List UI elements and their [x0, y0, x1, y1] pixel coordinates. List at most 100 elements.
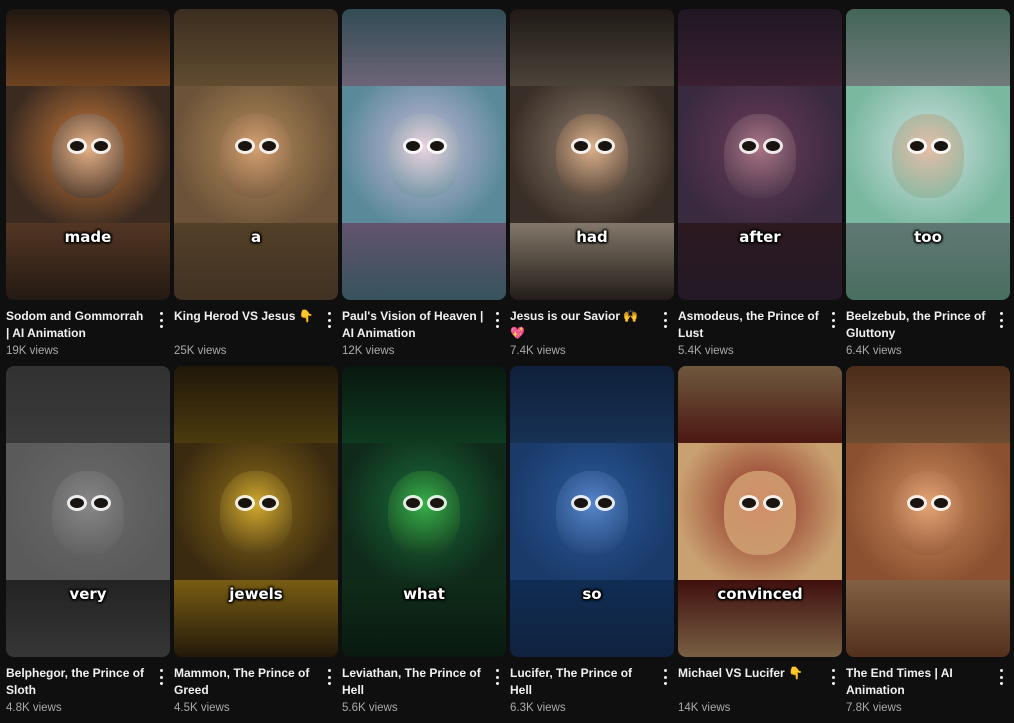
video-title[interactable]: Michael VS Lucifer 👇 [678, 665, 820, 699]
character-face [724, 471, 796, 555]
more-vert-icon[interactable] [156, 310, 166, 330]
video-title-text[interactable]: Jesus is our Savior [510, 309, 620, 323]
character-right-eye [766, 141, 780, 151]
video-meta: The End Times | AI Animation 7.8K views [846, 657, 1010, 716]
character-right-eye [430, 141, 444, 151]
character-left-eye [910, 498, 924, 508]
character-right-eye [598, 498, 612, 508]
thumbnail-bottom-band [342, 223, 506, 300]
view-count: 5.4K views [678, 345, 734, 357]
video-thumbnail[interactable]: after [678, 9, 842, 300]
character-face [52, 114, 124, 198]
more-vert-icon[interactable] [660, 667, 670, 687]
thumbnail-top-band [342, 366, 506, 443]
character-face [556, 114, 628, 198]
video-title[interactable]: Lucifer, The Prince of Hell [510, 665, 652, 699]
video-title-text[interactable]: The End Times | AI Animation [846, 666, 953, 697]
more-vert-icon[interactable] [660, 310, 670, 330]
video-title-text[interactable]: Sodom and Gommorrah | AI Animation [6, 309, 143, 340]
video-title[interactable]: Asmodeus, the Prince of Lust [678, 308, 820, 342]
video-title[interactable]: Mammon, The Prince of Greed [174, 665, 316, 699]
character-face [220, 471, 292, 555]
video-title[interactable]: Jesus is our Savior 🙌 💖 [510, 308, 652, 342]
video-title-text[interactable]: Mammon, The Prince of Greed [174, 666, 309, 697]
video-title-text[interactable]: Asmodeus, the Prince of Lust [678, 309, 819, 340]
video-thumbnail[interactable]: what [342, 366, 506, 657]
thumbnail-top-band [6, 366, 170, 443]
thumbnail-top-band [174, 9, 338, 86]
video-meta: Leviathan, The Prince of Hell 5.6K views [342, 657, 506, 716]
video-thumbnail[interactable]: jewels [174, 366, 338, 657]
video-thumbnail[interactable] [846, 366, 1010, 657]
video-thumbnail[interactable]: convinced [678, 366, 842, 657]
thumbnail-caption: convinced [717, 585, 803, 603]
video-card[interactable]: made Sodom and Gommorrah | AI Animation … [6, 9, 170, 366]
thumbnail-top-band [678, 9, 842, 86]
thumbnail-top-band [510, 366, 674, 443]
more-vert-icon[interactable] [492, 310, 502, 330]
character-left-eye [238, 141, 252, 151]
character-right-eye [430, 498, 444, 508]
video-title-text[interactable]: King Herod VS Jesus [174, 309, 295, 323]
thumbnail-caption: too [914, 228, 942, 246]
more-vert-icon[interactable] [996, 310, 1006, 330]
thumbnail-caption: what [403, 585, 445, 603]
character-right-eye [598, 141, 612, 151]
video-title[interactable]: Leviathan, The Prince of Hell [342, 665, 484, 699]
character-face [892, 114, 964, 198]
video-meta: Michael VS Lucifer 👇 14K views [678, 657, 842, 716]
video-title-text[interactable]: Beelzebub, the Prince of Gluttony [846, 309, 985, 340]
view-count: 6.3K views [510, 702, 566, 714]
video-title[interactable]: King Herod VS Jesus 👇 [174, 308, 316, 342]
video-title[interactable]: Beelzebub, the Prince of Gluttony [846, 308, 988, 342]
more-vert-icon[interactable] [996, 667, 1006, 687]
video-title-text[interactable]: Paul's Vision of Heaven | AI Animation [342, 309, 483, 340]
character-left-eye [574, 498, 588, 508]
title-emoji: 👇 [298, 309, 314, 323]
more-vert-icon[interactable] [492, 667, 502, 687]
video-meta: King Herod VS Jesus 👇 25K views [174, 300, 338, 359]
video-thumbnail[interactable]: too [846, 9, 1010, 300]
more-vert-icon[interactable] [324, 310, 334, 330]
video-title[interactable]: Paul's Vision of Heaven | AI Animation [342, 308, 484, 342]
video-title-text[interactable]: Lucifer, The Prince of Hell [510, 666, 632, 697]
video-thumbnail[interactable]: had [510, 9, 674, 300]
video-meta: Asmodeus, the Prince of Lust 5.4K views [678, 300, 842, 359]
video-meta: Beelzebub, the Prince of Gluttony 6.4K v… [846, 300, 1010, 359]
video-card[interactable]: had Jesus is our Savior 🙌 💖 7.4K views [510, 9, 674, 366]
title-emoji: 👇 [788, 666, 803, 680]
video-thumbnail[interactable] [342, 9, 506, 300]
video-card[interactable]: Paul's Vision of Heaven | AI Animation 1… [342, 9, 506, 366]
video-thumbnail[interactable]: a [174, 9, 338, 300]
character-right-eye [934, 498, 948, 508]
video-card[interactable]: so Lucifer, The Prince of Hell 6.3K view… [510, 366, 674, 723]
video-thumbnail[interactable]: so [510, 366, 674, 657]
video-card[interactable]: what Leviathan, The Prince of Hell 5.6K … [342, 366, 506, 723]
video-thumbnail[interactable]: very [6, 366, 170, 657]
video-title[interactable]: The End Times | AI Animation [846, 665, 988, 699]
thumbnail-caption: after [739, 228, 781, 246]
video-thumbnail[interactable]: made [6, 9, 170, 300]
video-card[interactable]: very Belphegor, the Prince of Sloth 4.8K… [6, 366, 170, 723]
view-count: 19K views [6, 345, 59, 357]
more-vert-icon[interactable] [828, 667, 838, 687]
video-title-text[interactable]: Belphegor, the Prince of Sloth [6, 666, 144, 697]
view-count: 25K views [174, 345, 227, 357]
view-count: 6.4K views [846, 345, 902, 357]
video-card[interactable]: too Beelzebub, the Prince of Gluttony 6.… [846, 9, 1010, 366]
video-card[interactable]: convinced Michael VS Lucifer 👇 14K views [678, 366, 842, 723]
more-vert-icon[interactable] [156, 667, 166, 687]
video-card[interactable]: jewels Mammon, The Prince of Greed 4.5K … [174, 366, 338, 723]
more-vert-icon[interactable] [828, 310, 838, 330]
video-card[interactable]: The End Times | AI Animation 7.8K views [846, 366, 1010, 723]
video-card[interactable]: a King Herod VS Jesus 👇 25K views [174, 9, 338, 366]
video-title[interactable]: Belphegor, the Prince of Sloth [6, 665, 148, 699]
character-left-eye [742, 141, 756, 151]
thumbnail-top-band [342, 9, 506, 86]
video-title-text[interactable]: Leviathan, The Prince of Hell [342, 666, 481, 697]
video-title-text[interactable]: Michael VS Lucifer [678, 666, 785, 680]
more-vert-icon[interactable] [324, 667, 334, 687]
thumbnail-top-band [846, 366, 1010, 443]
video-card[interactable]: after Asmodeus, the Prince of Lust 5.4K … [678, 9, 842, 366]
video-title[interactable]: Sodom and Gommorrah | AI Animation [6, 308, 148, 342]
